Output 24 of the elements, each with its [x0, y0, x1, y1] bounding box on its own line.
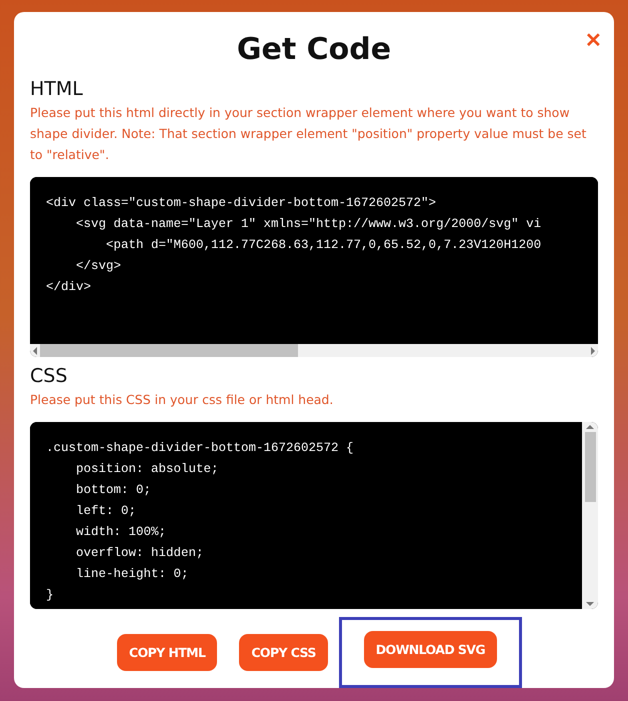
code-line: position: absolute; — [75, 461, 220, 478]
action-button[interactable]: DOWNLOAD SVG — [364, 631, 497, 668]
code-line: </svg> — [75, 258, 122, 275]
code-line: <div class="custom-shape-divider-bottom-1672602572"> — [46, 195, 438, 212]
code-line: overflow: hidden; — [75, 545, 205, 562]
code-line: <path d="M600,112.77C268.63,112.77,0,65.52,0,7.23V120H1200 — [105, 237, 542, 254]
dialog-title: Get Code — [236, 31, 392, 69]
instruction-text: Please put this CSS in your css file or html head. — [30, 391, 334, 410]
code-line: </div> — [46, 279, 92, 296]
section-heading: CSS — [30, 364, 68, 390]
code-line: } — [46, 587, 55, 604]
instruction-text: Please put this html directly in your section wrapper element where you want to show shape divider. Note: That section wrapper element "position" property value must be set to "relative". — [30, 104, 588, 164]
horizontal-scrollbar[interactable] — [30, 344, 598, 358]
code-line: <svg data-name="Layer 1" xmlns="http://www.w3.org/2000/svg" vi — [75, 216, 542, 233]
vertical-scrollbar[interactable] — [582, 422, 598, 609]
close-button[interactable]: ✕ — [583, 28, 604, 53]
code-line: line-height: 0; — [75, 566, 190, 584]
action-button[interactable]: COPY CSS — [239, 634, 328, 671]
code-line: bottom: 0; — [75, 482, 152, 500]
action-button[interactable]: COPY HTML — [117, 634, 218, 671]
code-line: width: 100%; — [75, 524, 168, 542]
code-line: .custom-shape-divider-bottom-1672602572 { — [46, 440, 355, 458]
code-line: left: 0; — [75, 503, 138, 520]
section-heading: HTML — [30, 77, 84, 102]
